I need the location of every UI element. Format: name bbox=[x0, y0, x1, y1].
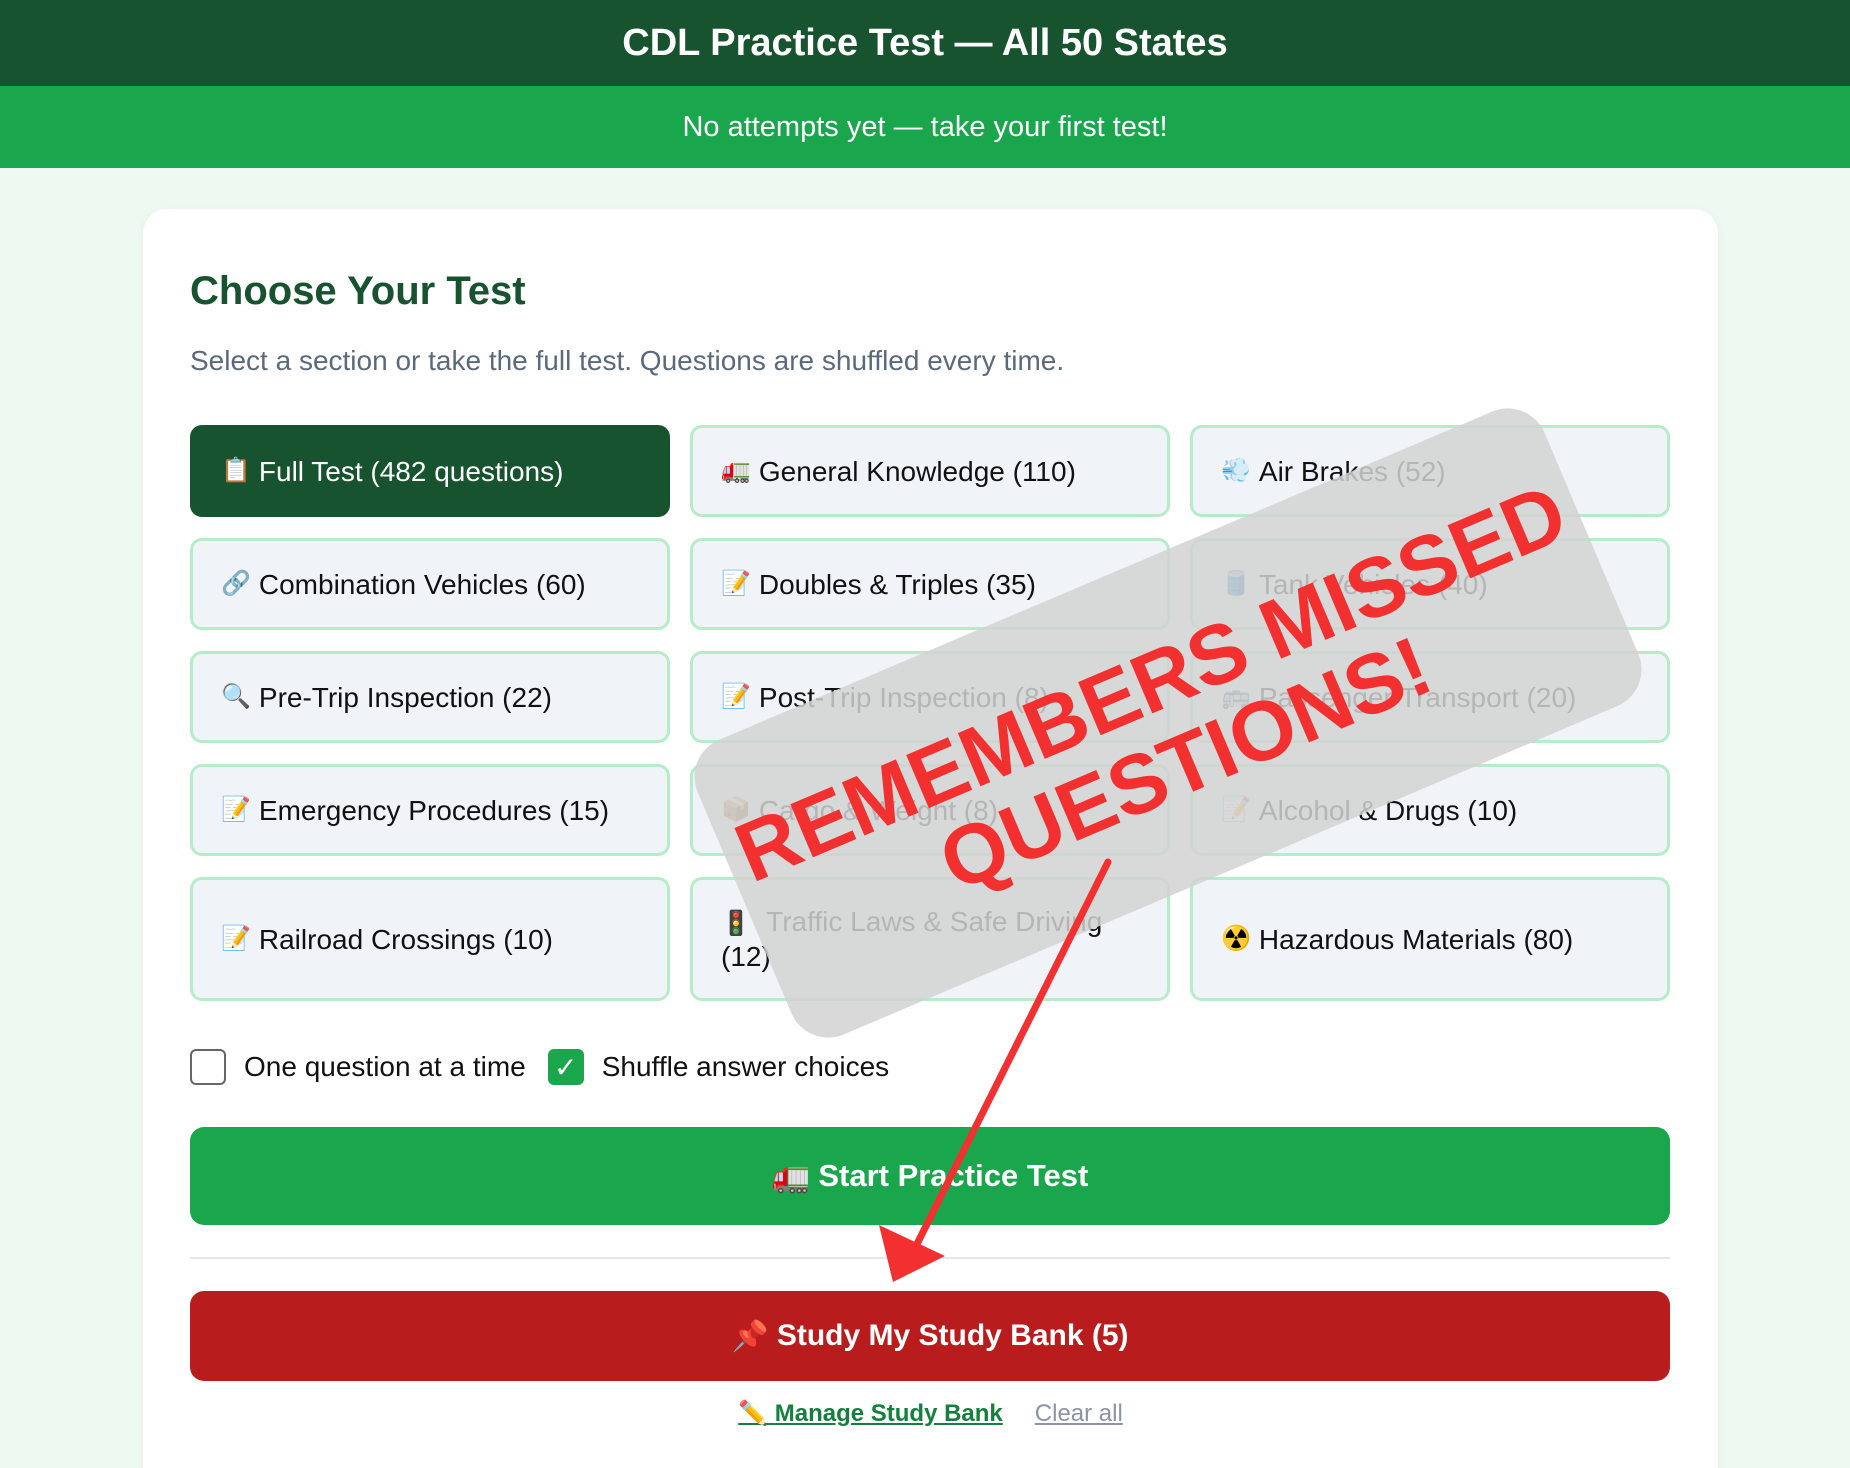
memo-icon: 📝 bbox=[221, 796, 251, 823]
memo-icon: 📝 bbox=[721, 570, 751, 597]
option-alcohol-drugs[interactable]: 📝 Alcohol & Drugs (10) bbox=[1190, 764, 1670, 856]
status-banner: No attempts yet — take your first test! bbox=[0, 86, 1850, 168]
shuffle-answers-label[interactable]: Shuffle answer choices bbox=[602, 1051, 889, 1083]
option-tank-vehicles[interactable]: 🛢️ Tank Vehicles (40) bbox=[1190, 538, 1670, 630]
traffic-light-icon: 🚦 bbox=[721, 910, 751, 937]
pushpin-icon: 📌 bbox=[731, 1319, 769, 1353]
option-passenger-transport[interactable]: 🚌 Passenger Transport (20) bbox=[1190, 651, 1670, 743]
test-selection-card: Choose Your Test Select a section or tak… bbox=[143, 209, 1718, 1468]
option-label: Railroad Crossings (10) bbox=[258, 923, 553, 955]
pencil-icon: ✏️ bbox=[738, 1400, 769, 1427]
test-settings: One question at a time ✓ Shuffle answer … bbox=[190, 1047, 911, 1087]
study-bank-button[interactable]: 📌 Study My Study Bank (5) bbox=[190, 1291, 1670, 1381]
option-emergency-procedures[interactable]: 📝 Emergency Procedures (15) bbox=[190, 764, 670, 856]
option-railroad-crossings[interactable]: 📝 Railroad Crossings (10) bbox=[190, 877, 670, 1001]
option-label: Passenger Transport (20) bbox=[1258, 681, 1577, 713]
option-full-test[interactable]: 📋 Full Test (482 questions) bbox=[190, 425, 670, 517]
manage-study-bank-link[interactable]: ✏️ Manage Study Bank bbox=[738, 1399, 1003, 1428]
option-label: Alcohol & Drugs (10) bbox=[1258, 794, 1518, 826]
option-label: Combination Vehicles (60) bbox=[258, 568, 586, 600]
one-at-a-time-label[interactable]: One question at a time bbox=[244, 1051, 526, 1083]
status-text: No attempts yet — take your first test! bbox=[682, 110, 1168, 143]
option-label: Air Brakes (52) bbox=[1258, 455, 1446, 487]
manage-link-label: Manage Study Bank bbox=[774, 1400, 1003, 1427]
option-label-wrap: 🚦 Traffic Laws & Safe Driving (12) bbox=[721, 904, 1139, 974]
memo-icon: 📝 bbox=[1221, 796, 1251, 823]
wind-icon: 💨 bbox=[1221, 457, 1251, 484]
option-label: Full Test (482 questions) bbox=[258, 455, 564, 487]
shuffle-answers-checkbox[interactable]: ✓ bbox=[547, 1049, 584, 1085]
option-label: Tank Vehicles (40) bbox=[1258, 568, 1488, 600]
option-post-trip-inspection[interactable]: 📝 Post-Trip Inspection (8) bbox=[690, 651, 1170, 743]
section-subtitle: Select a section or take the full test. … bbox=[190, 345, 1065, 376]
clipboard-icon: 📋 bbox=[221, 457, 251, 484]
bus-icon: 🚌 bbox=[1221, 683, 1251, 710]
link-icon: 🔗 bbox=[221, 570, 251, 597]
check-icon: ✓ bbox=[554, 1051, 578, 1083]
option-pre-trip-inspection[interactable]: 🔍 Pre-Trip Inspection (22) bbox=[190, 651, 670, 743]
option-hazardous-materials[interactable]: ☢️ Hazardous Materials (80) bbox=[1190, 877, 1670, 1001]
app-title: CDL Practice Test — All 50 States bbox=[622, 21, 1228, 64]
study-bank-label: Study My Study Bank (5) bbox=[776, 1319, 1129, 1352]
radioactive-icon: ☢️ bbox=[1221, 925, 1251, 952]
option-cargo-weight[interactable]: 📦 Cargo & Weight (8) bbox=[690, 764, 1170, 856]
section-heading: Choose Your Test bbox=[190, 269, 526, 313]
one-at-a-time-checkbox[interactable] bbox=[190, 1049, 226, 1085]
truck-icon: 🚛 bbox=[721, 457, 751, 484]
option-label: Post-Trip Inspection (8) bbox=[758, 681, 1049, 713]
option-label: Emergency Procedures (15) bbox=[258, 794, 610, 826]
option-label: Doubles & Triples (35) bbox=[758, 568, 1036, 600]
option-label: Hazardous Materials (80) bbox=[1258, 923, 1574, 955]
app-header: CDL Practice Test — All 50 States bbox=[0, 0, 1850, 86]
option-air-brakes[interactable]: 💨 Air Brakes (52) bbox=[1190, 425, 1670, 517]
package-icon: 📦 bbox=[721, 796, 751, 823]
memo-icon: 📝 bbox=[221, 925, 251, 952]
start-button-label: Start Practice Test bbox=[818, 1158, 1089, 1193]
truck-icon: 🚛 bbox=[771, 1158, 811, 1194]
divider bbox=[190, 1257, 1670, 1259]
start-practice-test-button[interactable]: 🚛 Start Practice Test bbox=[190, 1127, 1670, 1225]
magnifier-icon: 🔍 bbox=[221, 683, 251, 710]
option-label: Pre-Trip Inspection (22) bbox=[258, 681, 552, 713]
clear-all-link[interactable]: Clear all bbox=[1035, 1400, 1123, 1428]
option-label: General Knowledge (110) bbox=[758, 455, 1076, 487]
memo-icon: 📝 bbox=[721, 683, 751, 710]
tanker-icon: 🛢️ bbox=[1221, 570, 1251, 597]
option-label: Traffic Laws & Safe Driving (12) bbox=[721, 906, 1103, 972]
study-bank-links: ✏️ Manage Study Bank Clear all bbox=[143, 1399, 1718, 1428]
option-combination-vehicles[interactable]: 🔗 Combination Vehicles (60) bbox=[190, 538, 670, 630]
option-traffic-laws[interactable]: 🚦 Traffic Laws & Safe Driving (12) bbox=[690, 877, 1170, 1001]
option-doubles-triples[interactable]: 📝 Doubles & Triples (35) bbox=[690, 538, 1170, 630]
option-general-knowledge[interactable]: 🚛 General Knowledge (110) bbox=[690, 425, 1170, 517]
option-label: Cargo & Weight (8) bbox=[758, 794, 999, 826]
